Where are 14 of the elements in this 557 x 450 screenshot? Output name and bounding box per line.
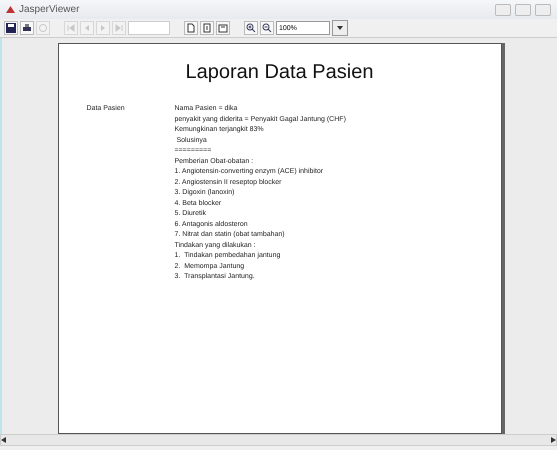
report-title: Laporan Data Pasien [184, 61, 374, 84]
horizontal-scrollbar[interactable] [0, 434, 557, 446]
scroll-left-icon[interactable] [1, 437, 6, 443]
actual-size-icon[interactable] [184, 21, 198, 35]
window-title: JasperViewer [19, 4, 80, 15]
print-icon[interactable] [20, 21, 34, 35]
fit-page-icon[interactable] [200, 21, 214, 35]
page-number-field[interactable] [128, 21, 170, 35]
fit-width-icon[interactable] [216, 21, 230, 35]
zoom-out-icon[interactable] [260, 21, 274, 35]
app-icon [6, 6, 15, 13]
zoom-in-icon[interactable] [244, 21, 258, 35]
save-icon[interactable] [4, 21, 18, 35]
scroll-right-icon[interactable] [551, 437, 556, 443]
